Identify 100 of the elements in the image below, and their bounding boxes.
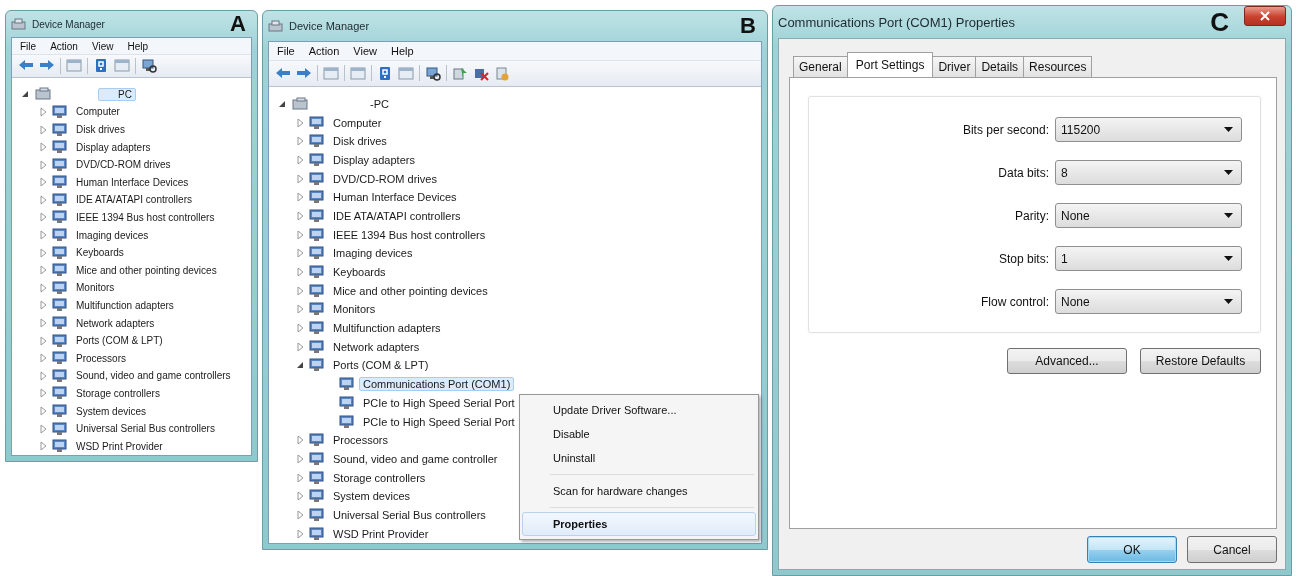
ok-button[interactable]: OK [1087, 536, 1177, 563]
expand-arrow-icon[interactable] [38, 177, 48, 188]
collapse-arrow-icon[interactable] [20, 89, 30, 100]
tree-item[interactable]: Communications Port (COM1) [359, 377, 515, 392]
tree-item[interactable]: Disk drives [72, 123, 129, 136]
tree-item[interactable]: Mice and other pointing devices [329, 283, 492, 298]
tree-item[interactable]: Processors [329, 433, 393, 448]
tree-item[interactable]: Keyboards [72, 246, 128, 260]
expand-arrow-icon[interactable] [38, 265, 48, 276]
menu-item[interactable]: Disable [522, 422, 756, 446]
scan-computer-icon[interactable] [141, 58, 157, 74]
expand-arrow-icon[interactable] [38, 370, 48, 381]
tree-item[interactable]: Sound, video and game controller [329, 451, 502, 466]
tree-item[interactable]: Computer [72, 105, 124, 119]
window-icon[interactable] [114, 58, 130, 74]
expand-arrow-icon[interactable] [38, 247, 48, 258]
dropdown[interactable]: 1 [1055, 246, 1242, 271]
cancel-button[interactable]: Cancel [1187, 536, 1277, 563]
expand-arrow-icon[interactable] [38, 159, 48, 170]
forward-arrow-icon[interactable] [296, 66, 312, 81]
tree-item[interactable]: IEEE 1394 Bus host controllers [329, 227, 490, 242]
tree-item[interactable]: Mice and other pointing devices [72, 263, 221, 277]
tab[interactable]: Driver [932, 56, 977, 77]
expand-arrow-icon[interactable] [295, 154, 305, 165]
tree-item[interactable]: WSD Print Provider [72, 439, 167, 453]
expand-arrow-icon[interactable] [38, 353, 48, 364]
expand-arrow-icon[interactable] [295, 341, 305, 352]
menu-item[interactable]: Scan for hardware changes [522, 479, 756, 503]
tree-item[interactable]: Monitors [72, 281, 119, 295]
expand-arrow-icon[interactable] [295, 323, 305, 334]
tree-item[interactable]: IEEE 1394 Bus host controllers [72, 211, 219, 224]
tree-item[interactable]: Storage controllers [329, 470, 430, 485]
expand-arrow-icon[interactable] [295, 192, 305, 203]
menu-item[interactable]: Uninstall [522, 446, 756, 470]
window-icon[interactable] [323, 66, 339, 81]
collapse-arrow-icon[interactable] [295, 360, 305, 371]
expand-arrow-icon[interactable] [295, 435, 305, 446]
tree-item[interactable]: Ports (COM & LPT) [72, 334, 167, 348]
back-arrow-icon[interactable] [275, 66, 291, 81]
tree-item[interactable]: IDE ATA/ATAPI controllers [329, 208, 465, 223]
window-icon[interactable] [398, 66, 414, 81]
menu-item[interactable]: Action [50, 40, 78, 52]
tree-item[interactable]: System devices [329, 489, 415, 504]
expand-arrow-icon[interactable] [295, 528, 305, 539]
tree-item[interactable]: IDE ATA/ATAPI controllers [72, 193, 196, 207]
menu-item[interactable]: View [353, 45, 377, 58]
expand-arrow-icon[interactable] [38, 300, 48, 311]
expand-arrow-icon[interactable] [38, 124, 48, 135]
tree-item[interactable]: DVD/CD-ROM drives [329, 171, 441, 186]
dropdown[interactable]: None [1055, 289, 1242, 314]
tree-item[interactable]: Imaging devices [72, 228, 153, 242]
expand-arrow-icon[interactable] [295, 210, 305, 221]
tree-item[interactable]: Processors [72, 351, 130, 365]
expand-arrow-icon[interactable] [295, 173, 305, 184]
expand-arrow-icon[interactable] [38, 318, 48, 329]
tab[interactable]: Details [975, 56, 1025, 77]
expand-arrow-icon[interactable] [295, 285, 305, 296]
expand-arrow-icon[interactable] [38, 406, 48, 416]
expand-arrow-icon[interactable] [295, 229, 305, 240]
dropdown[interactable]: 115200 [1055, 117, 1242, 142]
menu-item[interactable]: Help [127, 40, 148, 52]
menu-item[interactable]: View [91, 40, 114, 52]
menu-item[interactable]: Action [308, 45, 340, 58]
expand-arrow-icon[interactable] [38, 282, 48, 293]
tree-item[interactable]: PCIe to High Speed Serial Port [359, 395, 519, 410]
tree-item[interactable]: DVD/CD-ROM drives [72, 158, 175, 172]
tree-item[interactable]: Sound, video and game controllers [72, 369, 235, 383]
expand-arrow-icon[interactable] [295, 509, 305, 520]
expand-arrow-icon[interactable] [295, 117, 305, 128]
tree-item[interactable]: Display adapters [329, 152, 419, 167]
expand-arrow-icon[interactable] [38, 142, 48, 153]
tree-item[interactable]: Network adapters [72, 316, 159, 330]
expand-arrow-icon[interactable] [295, 304, 305, 315]
menu-item[interactable]: Update Driver Software... [522, 398, 756, 422]
tree-item[interactable]: Human Interface Devices [72, 175, 193, 189]
menu-item[interactable]: Properties [522, 512, 756, 536]
expand-arrow-icon[interactable] [295, 267, 305, 278]
expand-arrow-icon[interactable] [38, 106, 48, 117]
close-button[interactable] [1244, 6, 1286, 26]
menu-item[interactable]: Help [390, 45, 414, 58]
expand-arrow-icon[interactable] [295, 491, 305, 502]
tree-item[interactable]: Computer [329, 115, 386, 130]
tree-item[interactable]: Multifunction adapters [329, 321, 445, 336]
help-icon[interactable] [93, 58, 109, 74]
tree-item[interactable]: PC [98, 87, 136, 101]
dialog-button[interactable]: Restore Defaults [1140, 348, 1261, 374]
tree-item[interactable]: Human Interface Devices [329, 190, 461, 205]
menu-item[interactable]: File [277, 45, 295, 58]
update-driver-icon[interactable] [452, 66, 468, 81]
tree-item[interactable]: Network adapters [329, 339, 424, 354]
menu-item[interactable]: File [20, 40, 37, 52]
tree-item[interactable]: Universal Serial Bus controllers [329, 507, 490, 522]
expand-arrow-icon[interactable] [295, 453, 305, 464]
tree-item[interactable]: System devices [72, 404, 151, 418]
tree-item[interactable]: Imaging devices [329, 246, 417, 261]
tab[interactable]: Resources [1023, 56, 1093, 77]
tree-item[interactable]: Monitors [329, 302, 380, 317]
tab[interactable]: Port Settings [846, 52, 934, 77]
tree-item[interactable]: Universal Serial Bus controllers [72, 422, 219, 436]
expand-arrow-icon[interactable] [38, 230, 48, 241]
